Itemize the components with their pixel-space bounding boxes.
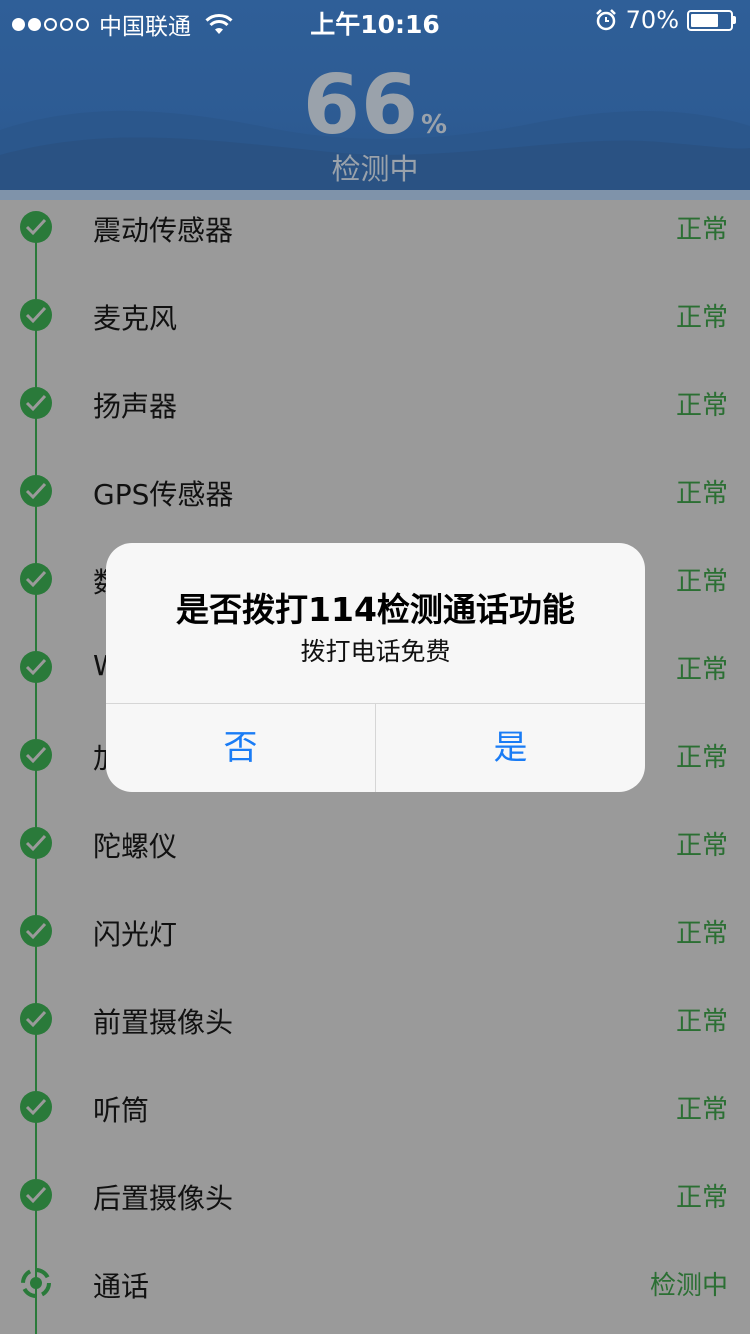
check-icon — [20, 387, 52, 419]
battery-icon — [687, 9, 733, 31]
item-status: 正常 — [675, 1095, 728, 1125]
item-name: 听筒 — [93, 1094, 150, 1127]
check-icon — [20, 299, 52, 331]
check-icon — [20, 563, 52, 595]
dialog-message: 拨打电话免费 — [300, 637, 451, 666]
list-item: 听筒 正常 — [0, 1062, 750, 1150]
item-name: GPS传感器 — [93, 478, 234, 511]
check-icon — [20, 739, 52, 771]
item-status: 检测中 — [649, 1271, 728, 1301]
item-name: 麦克风 — [93, 302, 178, 335]
detecting-icon — [21, 1268, 51, 1298]
item-name: 通话 — [93, 1270, 150, 1303]
check-icon — [20, 1003, 52, 1035]
progress-value: 66 — [302, 58, 420, 153]
check-icon — [20, 827, 52, 859]
battery-tip — [733, 16, 736, 24]
item-status: 正常 — [675, 1007, 728, 1037]
no-button[interactable]: 否 — [106, 704, 375, 792]
item-status: 正常 — [675, 479, 728, 509]
item-name: 后置摄像头 — [93, 1182, 234, 1215]
item-name: 陀螺仪 — [93, 830, 178, 863]
check-icon — [20, 651, 52, 683]
list-item: GPS传感器 正常 — [0, 446, 750, 534]
item-status: 正常 — [675, 1183, 728, 1213]
item-status: 正常 — [675, 215, 728, 245]
item-status: 正常 — [675, 743, 728, 773]
item-name: 前置摄像头 — [93, 1006, 234, 1039]
list-item: 扬声器 正常 — [0, 358, 750, 446]
list-item: 麦克风 正常 — [0, 270, 750, 358]
item-status: 正常 — [675, 919, 728, 949]
item-status: 正常 — [675, 831, 728, 861]
battery-percent: 70% — [625, 6, 679, 34]
item-name: 震动传感器 — [93, 214, 234, 247]
check-icon — [20, 1179, 52, 1211]
list-item: 闪光灯 正常 — [0, 886, 750, 974]
item-status: 正常 — [675, 391, 728, 421]
header: 中国联通 上午10:16 70% 66% 检测中 — [0, 0, 750, 200]
item-status: 正常 — [675, 567, 728, 597]
dialog-title: 是否拨打114检测通话功能 — [176, 590, 575, 629]
call-dialog: 是否拨打114检测通话功能 拨打电话免费 否 是 — [106, 543, 645, 792]
list-item: 通话 检测中 — [0, 1238, 750, 1326]
item-name: 扬声器 — [93, 390, 178, 423]
yes-button[interactable]: 是 — [376, 704, 645, 792]
alarm-icon — [595, 9, 616, 31]
battery-fill — [691, 13, 718, 27]
list-item: 震动传感器 正常 — [0, 182, 750, 270]
progress-unit: % — [421, 110, 448, 140]
list-item: 后置摄像头 正常 — [0, 1150, 750, 1238]
check-icon — [20, 915, 52, 947]
list-item: 陀螺仪 正常 — [0, 798, 750, 886]
item-status: 正常 — [675, 655, 728, 685]
item-name: 闪光灯 — [93, 918, 178, 951]
check-icon — [20, 475, 52, 507]
item-status: 正常 — [675, 303, 728, 333]
status-bar: 中国联通 上午10:16 70% — [0, 0, 750, 40]
list-item: 前置摄像头 正常 — [0, 974, 750, 1062]
check-icon — [20, 211, 52, 243]
check-icon — [20, 1091, 52, 1123]
progress-display: 66% — [0, 58, 750, 153]
